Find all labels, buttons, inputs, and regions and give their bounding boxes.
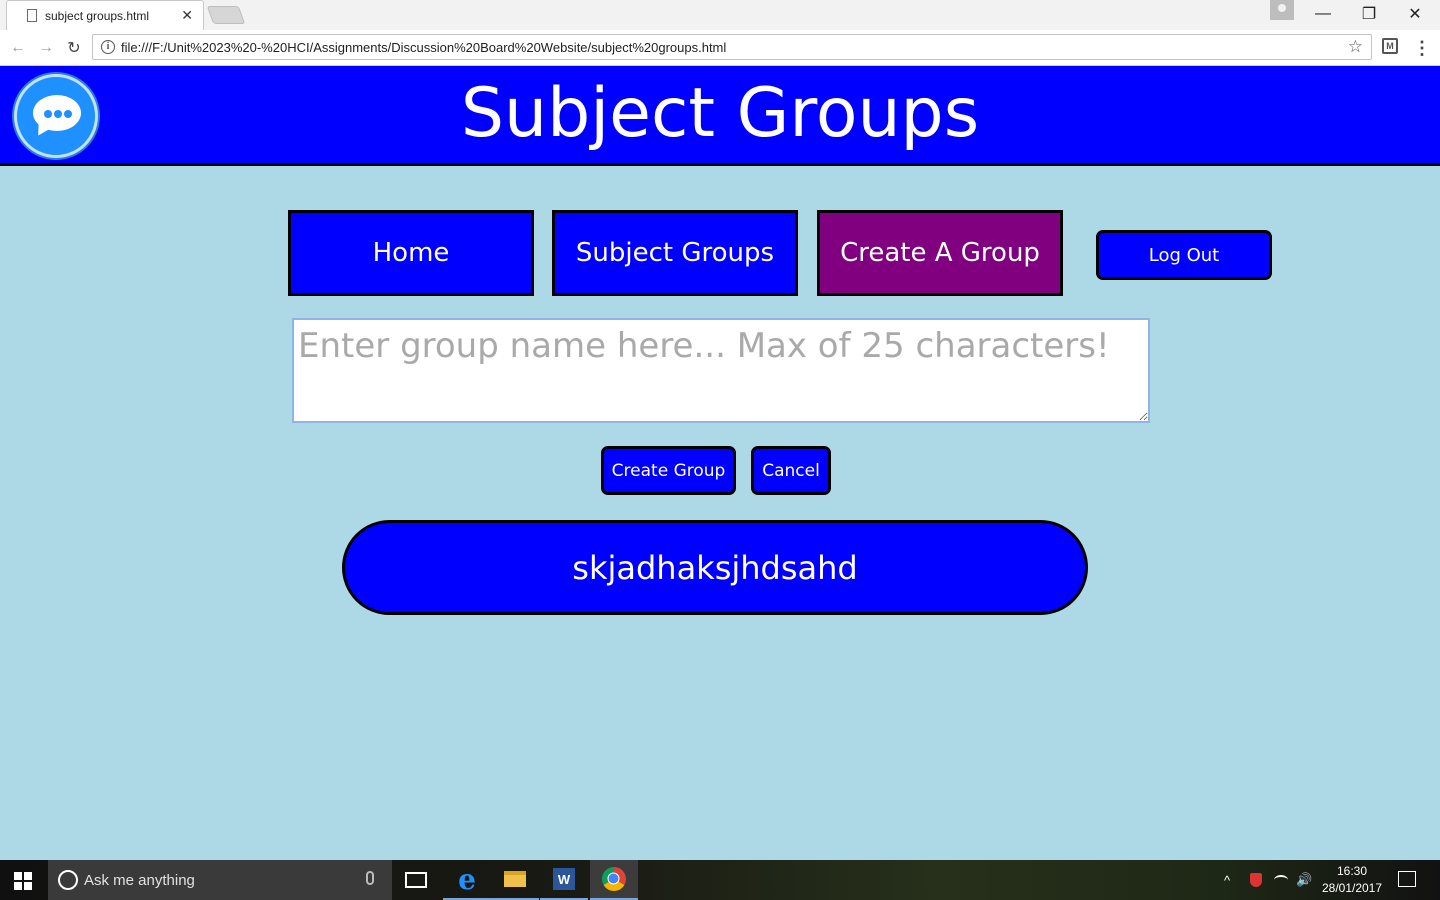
- group-item[interactable]: skjadhaksjhdsahd: [342, 520, 1088, 615]
- url-text[interactable]: file:///F:/Unit%2023%20-%20HCI/Assignmen…: [121, 40, 726, 55]
- browser-tab-strip: subject groups.html ✕ — ❐ ✕: [0, 0, 1440, 30]
- network-icon[interactable]: [1274, 860, 1288, 900]
- shield-shape: [1250, 873, 1262, 887]
- window-maximize-button[interactable]: ❐: [1346, 0, 1392, 28]
- cortana-icon: [58, 870, 78, 890]
- taskbar-file-explorer-button[interactable]: [491, 860, 539, 900]
- forward-arrow-icon[interactable]: →: [34, 36, 58, 60]
- browser-toolbar: ← → ↻ i file:///F:/Unit%2023%20-%20HCI/A…: [0, 30, 1440, 66]
- folder-icon: [504, 871, 526, 887]
- reload-icon[interactable]: ↻: [62, 36, 86, 60]
- tray-expand-icon[interactable]: ^: [1224, 860, 1230, 900]
- task-view-icon[interactable]: [405, 872, 427, 888]
- nav-home-button[interactable]: Home: [288, 210, 534, 296]
- info-icon[interactable]: i: [101, 40, 115, 54]
- taskbar-word-button[interactable]: W: [540, 860, 588, 900]
- windows-taskbar: Ask me anything e W ^ 🔊 16:30 28/01/2017: [0, 860, 1440, 900]
- taskbar-edge-button[interactable]: e: [443, 860, 491, 900]
- chrome-icon: [602, 867, 626, 891]
- security-shield-icon[interactable]: [1250, 860, 1262, 900]
- browser-menu-icon[interactable]: ⋮: [1412, 37, 1432, 59]
- extension-icon[interactable]: M: [1382, 38, 1398, 54]
- wifi-shape: [1274, 875, 1288, 885]
- taskbar-chrome-button[interactable]: [590, 860, 638, 900]
- window-close-button[interactable]: ✕: [1392, 0, 1438, 28]
- window-minimize-button[interactable]: —: [1300, 0, 1346, 28]
- nav-create-group-button[interactable]: Create A Group: [817, 210, 1063, 296]
- system-clock[interactable]: 16:30 28/01/2017: [1318, 863, 1386, 897]
- taskbar-search-placeholder: Ask me anything: [84, 872, 195, 889]
- page-icon: [27, 9, 37, 22]
- logout-button[interactable]: Log Out: [1096, 230, 1272, 280]
- windows-start-icon[interactable]: [14, 872, 32, 890]
- clock-date: 28/01/2017: [1321, 881, 1383, 895]
- word-icon: W: [553, 868, 575, 890]
- browser-tab[interactable]: subject groups.html ✕: [6, 0, 204, 30]
- taskbar-search-box[interactable]: Ask me anything: [48, 860, 392, 900]
- action-center-icon[interactable]: [1398, 871, 1416, 887]
- back-arrow-icon[interactable]: ←: [6, 36, 30, 60]
- new-tab-button[interactable]: [206, 6, 246, 24]
- volume-icon[interactable]: 🔊: [1296, 860, 1312, 900]
- address-bar[interactable]: i file:///F:/Unit%2023%20-%20HCI/Assignm…: [92, 34, 1372, 60]
- page-title: Subject Groups: [460, 74, 980, 153]
- group-name-input[interactable]: [292, 318, 1150, 423]
- tab-title: subject groups.html: [45, 9, 150, 23]
- nav-subject-groups-button[interactable]: Subject Groups: [552, 210, 798, 296]
- cancel-button[interactable]: Cancel: [751, 446, 831, 495]
- microphone-icon[interactable]: [366, 871, 374, 885]
- bookmark-star-icon[interactable]: ☆: [1348, 37, 1363, 57]
- page-header: Subject Groups: [0, 66, 1440, 166]
- user-profile-icon[interactable]: [1270, 0, 1294, 20]
- clock-time: 16:30: [1336, 864, 1368, 878]
- edge-icon: e: [458, 862, 476, 896]
- create-group-button[interactable]: Create Group: [601, 446, 736, 495]
- tab-close-icon[interactable]: ✕: [181, 7, 193, 24]
